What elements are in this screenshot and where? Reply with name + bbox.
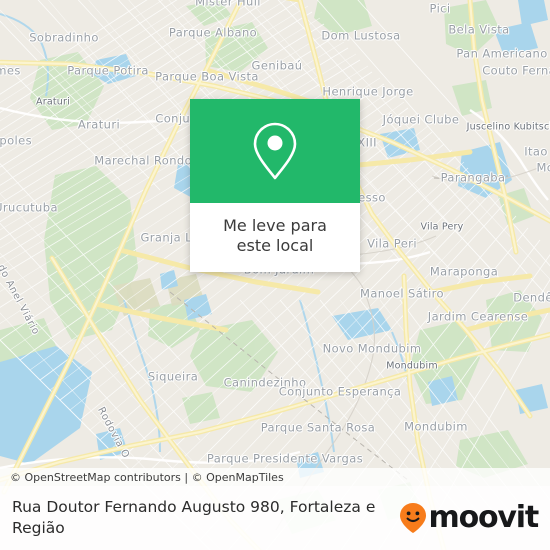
moovit-logo[interactable]: moovit bbox=[398, 502, 550, 534]
moovit-smiley-pin-icon bbox=[399, 503, 426, 533]
card-label: Me leve para este local bbox=[223, 216, 327, 256]
attribution-text[interactable]: © OpenStreetMap contributors | © OpenMap… bbox=[0, 471, 284, 484]
take-me-there-card[interactable]: Me leve para este local bbox=[190, 99, 360, 273]
moovit-wordmark: moovit bbox=[428, 500, 540, 535]
map-pin-icon bbox=[253, 122, 297, 180]
card-icon-area bbox=[190, 99, 360, 203]
location-title: Rua Doutor Fernando Augusto 980, Fortale… bbox=[12, 498, 376, 537]
map-attribution-bar: © OpenStreetMap contributors | © OpenMap… bbox=[0, 468, 550, 486]
card-label-area: Me leve para este local bbox=[190, 203, 360, 273]
moovit-map-screen: Sobradinho Parque Albano Mister Hull Pici Do… bbox=[0, 0, 550, 550]
footer-bar: Rua Doutor Fernando Augusto 980, Fortale… bbox=[0, 486, 550, 550]
